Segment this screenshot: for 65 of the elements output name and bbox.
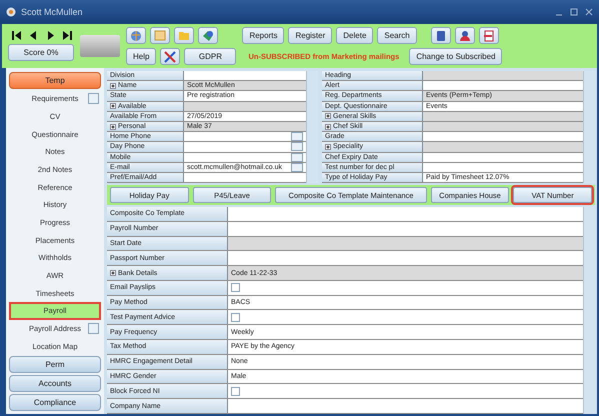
shapes-icon	[202, 30, 214, 42]
scrollbar[interactable]	[583, 71, 595, 183]
expand-icon[interactable]	[110, 270, 116, 276]
toolbar-button[interactable]: Search	[377, 27, 417, 44]
section-button[interactable]: Accounts	[9, 375, 101, 392]
app-icon	[6, 7, 16, 17]
people-icon	[458, 30, 471, 42]
lookup-button[interactable]	[291, 132, 303, 142]
lookup-button[interactable]	[291, 142, 303, 152]
maximize-icon[interactable]	[570, 8, 578, 16]
window-icon	[154, 30, 166, 41]
toolbar-button[interactable]: Reports	[242, 27, 284, 44]
people-button[interactable]	[454, 27, 475, 44]
toolbar-button[interactable]: Register	[288, 27, 332, 44]
expand-icon[interactable]	[325, 113, 331, 120]
scrollbar[interactable]	[306, 71, 318, 183]
field-value[interactable]	[423, 132, 583, 142]
toolbar-button[interactable]: Delete	[336, 27, 374, 44]
tools-button[interactable]	[160, 48, 180, 65]
score-button[interactable]: Score 0%	[8, 44, 74, 61]
field-value[interactable]	[228, 251, 583, 266]
checkbox[interactable]	[231, 386, 240, 396]
first-record-icon[interactable]	[12, 31, 21, 40]
gdpr-button[interactable]: GDPR	[184, 48, 236, 65]
checkbox[interactable]	[231, 312, 240, 322]
field-value[interactable]	[423, 71, 583, 80]
field-value[interactable]	[184, 71, 306, 80]
expand-icon[interactable]	[110, 103, 116, 110]
subscribe-button[interactable]: Change to Subscribed	[409, 48, 502, 65]
help-button[interactable]: Help	[126, 48, 156, 65]
scroll-button[interactable]	[88, 322, 99, 334]
last-record-icon[interactable]	[63, 31, 72, 40]
scrollbar[interactable]	[583, 207, 595, 414]
field-value[interactable]	[423, 81, 583, 90]
expand-icon[interactable]	[110, 82, 116, 89]
tools-icon	[164, 50, 176, 62]
field-value[interactable]	[228, 236, 583, 250]
folder-button[interactable]	[174, 27, 194, 44]
field-value[interactable]	[184, 142, 306, 152]
section-button[interactable]: Temp	[9, 72, 101, 89]
shapes-button[interactable]	[198, 27, 218, 44]
window-button[interactable]	[150, 27, 170, 44]
expand-icon[interactable]	[325, 124, 331, 130]
car-photo-placeholder	[80, 35, 120, 57]
field-value[interactable]	[228, 399, 583, 413]
globe-button[interactable]	[126, 27, 146, 44]
field-value[interactable]	[228, 280, 583, 295]
field-value[interactable]	[228, 207, 583, 221]
field-value[interactable]	[228, 384, 583, 398]
field-value[interactable]	[184, 132, 306, 142]
previous-record-icon[interactable]	[29, 31, 38, 40]
field-value[interactable]	[423, 142, 583, 152]
next-record-icon[interactable]	[46, 31, 55, 40]
close-icon[interactable]	[585, 8, 593, 16]
expand-icon[interactable]	[110, 124, 116, 130]
checkbox[interactable]	[231, 283, 240, 292]
field-value[interactable]	[228, 310, 583, 324]
scroll-button[interactable]	[88, 93, 99, 104]
section-button[interactable]: Perm	[9, 356, 101, 373]
window-title: Scott McMullen	[21, 7, 84, 17]
folder-icon	[178, 30, 190, 41]
globe-icon	[130, 30, 142, 42]
expand-icon[interactable]	[325, 144, 331, 150]
field-value[interactable]	[228, 222, 583, 236]
section-button[interactable]: Compliance	[9, 394, 101, 411]
